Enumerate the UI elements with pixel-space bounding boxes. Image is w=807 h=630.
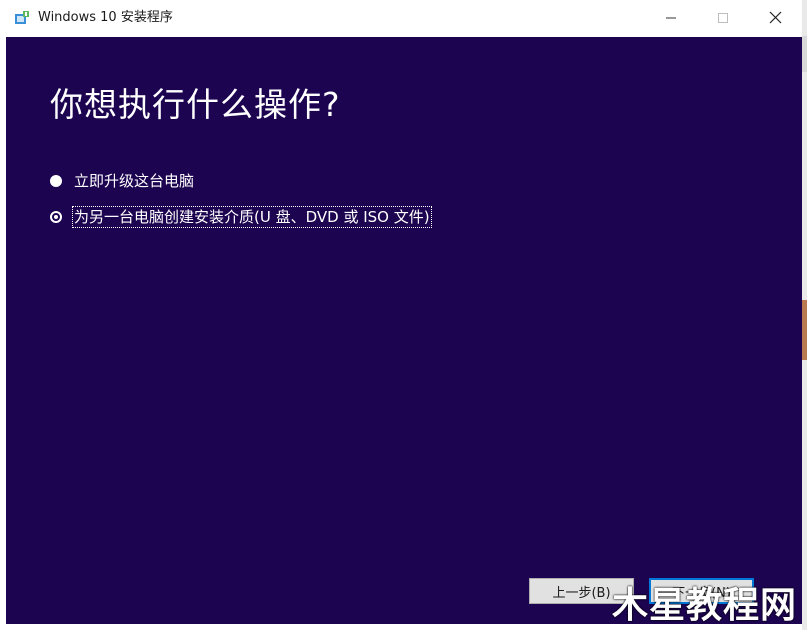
radio-button-upgrade[interactable] (50, 175, 62, 187)
setup-app-icon (14, 10, 30, 25)
close-button[interactable] (752, 0, 798, 36)
option-upgrade-this-pc[interactable]: 立即升级这台电脑 (50, 169, 194, 193)
page-heading: 你想执行什么操作? (50, 85, 341, 124)
close-icon (769, 9, 782, 28)
background-edge (802, 0, 807, 630)
maximize-icon (717, 9, 729, 28)
option-label-upgrade: 立即升级这台电脑 (74, 172, 195, 190)
minimize-icon (665, 9, 677, 28)
option-label-create-media: 为另一台电脑创建安装介质(U 盘、DVD 或 ISO 文件) (72, 206, 432, 228)
setup-content: 你想执行什么操作? 立即升级这台电脑 为另一台电脑创建安装介质(U 盘、DVD … (6, 37, 802, 624)
setup-window: Windows 10 安装程序 你想执行什么操作? 立即升级这台电脑 为另一台电… (0, 0, 802, 630)
title-bar[interactable]: Windows 10 安装程序 (0, 0, 802, 37)
window-title: Windows 10 安装程序 (38, 10, 173, 25)
minimize-button[interactable] (648, 0, 694, 36)
option-create-media[interactable]: 为另一台电脑创建安装介质(U 盘、DVD 或 ISO 文件) (50, 205, 432, 229)
maximize-button[interactable] (700, 0, 746, 36)
watermark-text: 木星教程网 (612, 585, 798, 626)
radio-button-create-media[interactable] (50, 211, 62, 223)
